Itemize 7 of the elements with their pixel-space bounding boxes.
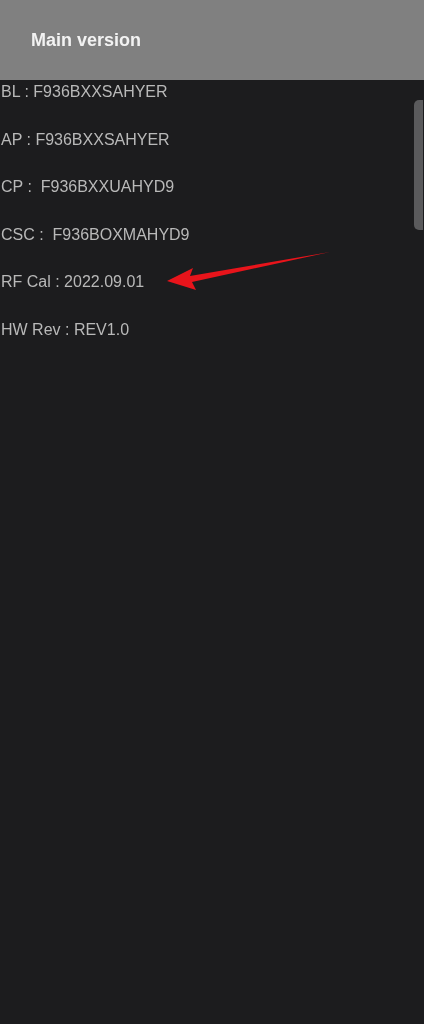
- version-info-line: CP : F936BXXUAHYD9: [0, 177, 175, 198]
- version-info-line: AP : F936BXXSAHYER: [0, 129, 170, 150]
- version-info-line: BL : F936BXXSAHYER: [0, 82, 168, 102]
- version-info-line: HW Rev : REV1.0: [0, 319, 130, 340]
- page-title: Main version: [31, 29, 142, 51]
- version-info-line: CSC : F936BOXMAHYD9: [0, 224, 190, 245]
- version-info-line: RF Cal : 2022.09.01: [0, 272, 145, 293]
